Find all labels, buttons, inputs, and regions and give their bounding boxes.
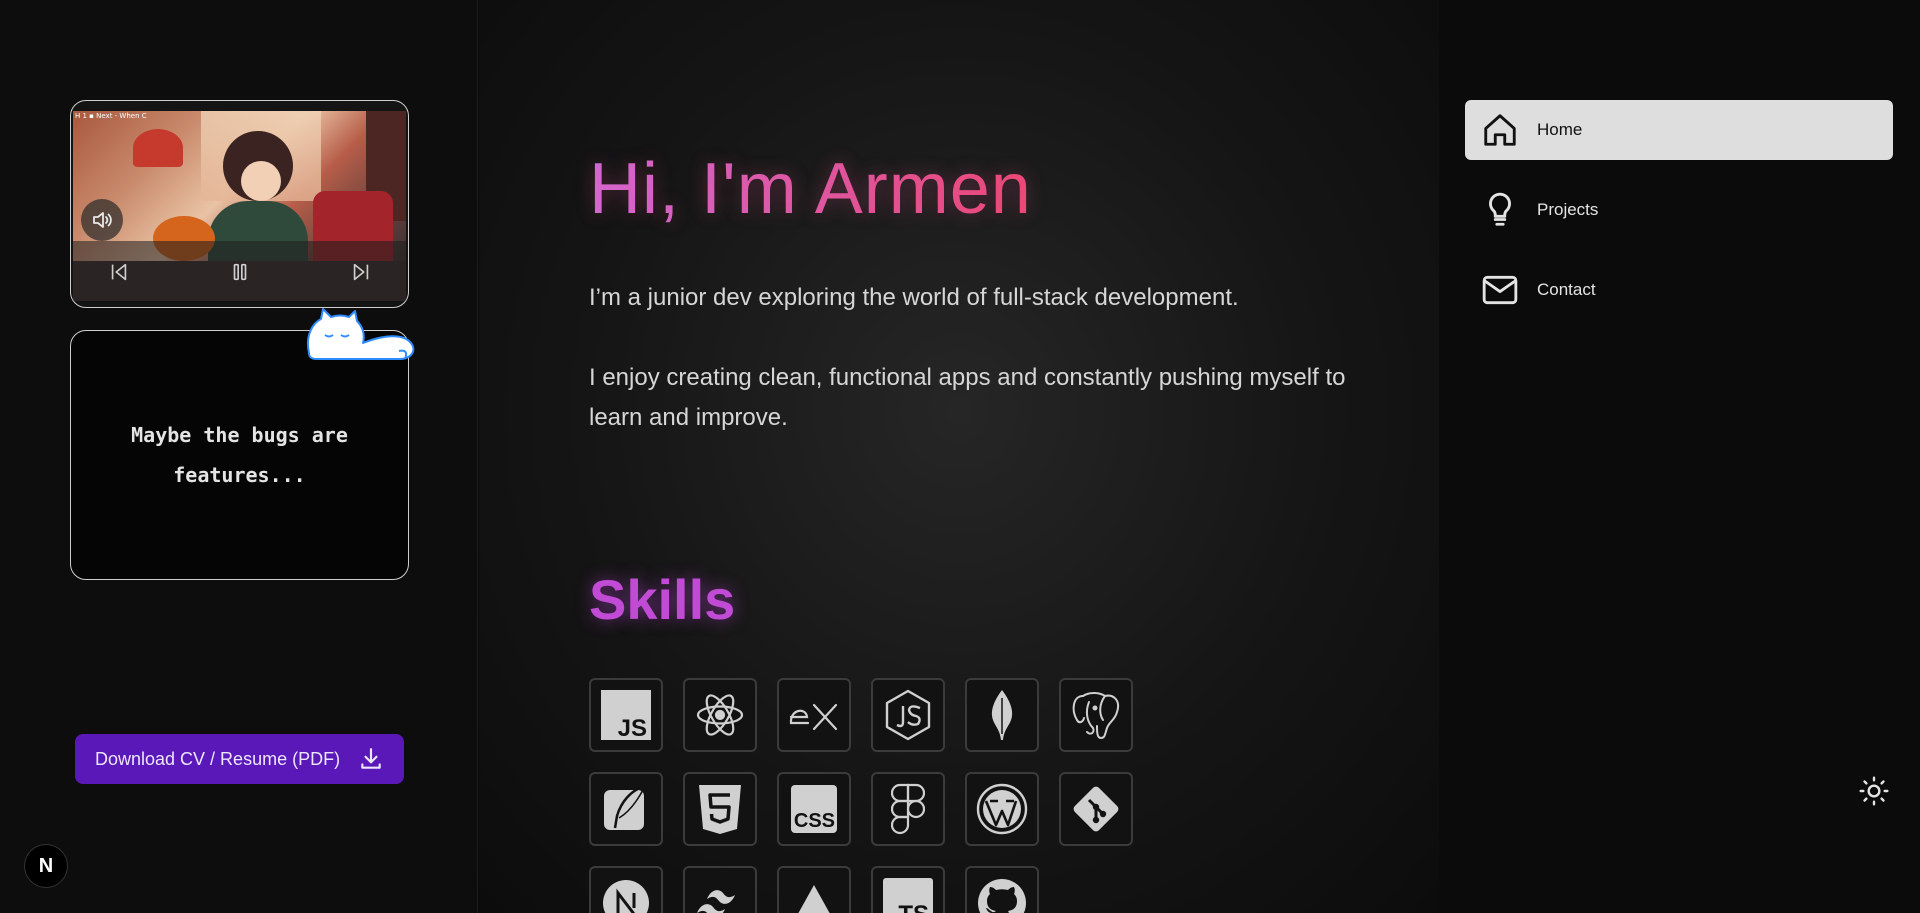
nav-item-home[interactable]: Home bbox=[1465, 100, 1893, 160]
download-cv-label: Download CV / Resume (PDF) bbox=[95, 748, 341, 769]
skill-react bbox=[683, 678, 757, 752]
skill-nextjs bbox=[589, 866, 663, 913]
quote-box: Maybe the bugs are features... bbox=[70, 330, 409, 580]
skill-git bbox=[1059, 772, 1133, 846]
skill-mongodb bbox=[965, 678, 1039, 752]
video-caption: H 1 ▪ Next - When C bbox=[75, 112, 147, 120]
sun-icon bbox=[1859, 776, 1889, 806]
skill-html5 bbox=[683, 772, 757, 846]
js-icon: JS bbox=[601, 690, 651, 740]
hero-title: Hi, I'm Armen bbox=[589, 149, 1032, 229]
left-panel: H 1 ▪ Next - When C Maybe the bugs are f… bbox=[0, 0, 478, 913]
nodejs-icon bbox=[885, 689, 931, 741]
skill-sqlite bbox=[589, 772, 663, 846]
skill-vercel bbox=[777, 866, 851, 913]
right-nav-panel: Home Projects Contact bbox=[1439, 0, 1920, 913]
skill-typescript: TS bbox=[871, 866, 945, 913]
skills-title: Skills bbox=[589, 568, 736, 631]
music-player[interactable]: H 1 ▪ Next - When C bbox=[70, 100, 409, 308]
tailwind-icon bbox=[697, 890, 735, 913]
volume-button[interactable] bbox=[81, 199, 123, 241]
intro-paragraph-1: I’m a junior dev exploring the world of … bbox=[589, 284, 1239, 311]
skills-grid: JS CSS bbox=[589, 678, 1149, 913]
pause-icon bbox=[233, 263, 247, 281]
html5-icon bbox=[699, 785, 741, 834]
nav-label-home: Home bbox=[1537, 120, 1583, 139]
home-icon bbox=[1484, 114, 1516, 146]
skill-javascript: JS bbox=[589, 678, 663, 752]
svg-text:TS: TS bbox=[898, 901, 929, 913]
skill-github bbox=[965, 866, 1039, 913]
skill-express bbox=[777, 678, 851, 752]
react-icon bbox=[696, 694, 744, 736]
github-icon bbox=[978, 879, 1026, 913]
wordpress-icon bbox=[976, 783, 1028, 835]
svg-text:CSS: CSS bbox=[794, 810, 835, 832]
express-icon bbox=[789, 703, 838, 731]
nav-item-projects[interactable]: Projects bbox=[1465, 180, 1893, 240]
mail-icon bbox=[1482, 275, 1518, 305]
skill-figma bbox=[871, 772, 945, 846]
skill-postgresql bbox=[1059, 678, 1133, 752]
download-icon bbox=[361, 748, 381, 769]
skill-wordpress bbox=[965, 772, 1039, 846]
figma-icon bbox=[891, 783, 925, 835]
skill-tailwind bbox=[683, 866, 757, 913]
css-icon: CSS bbox=[791, 785, 837, 833]
vercel-icon bbox=[798, 885, 830, 913]
sleeping-cat-icon bbox=[307, 308, 415, 360]
lightbulb-icon bbox=[1489, 192, 1511, 226]
skill-css: CSS bbox=[777, 772, 851, 846]
svg-text:JS: JS bbox=[618, 715, 647, 740]
nav-item-contact[interactable]: Contact bbox=[1465, 260, 1893, 320]
postgresql-icon bbox=[1072, 692, 1119, 739]
mongodb-icon bbox=[991, 690, 1013, 740]
pause-button[interactable] bbox=[227, 259, 253, 285]
skill-nodejs bbox=[871, 678, 945, 752]
theme-toggle-button[interactable] bbox=[1856, 773, 1892, 809]
feather-icon bbox=[604, 784, 646, 830]
ts-icon: TS bbox=[883, 878, 933, 913]
main-content: Hi, I'm Armen I’m a junior dev exploring… bbox=[479, 0, 1439, 913]
previous-track-button[interactable] bbox=[106, 259, 132, 285]
git-icon bbox=[1073, 786, 1119, 832]
skip-back-icon bbox=[111, 263, 127, 281]
quote-text: Maybe the bugs are features... bbox=[131, 423, 348, 487]
download-cv-button[interactable]: Download CV / Resume (PDF) bbox=[75, 734, 404, 784]
speaker-icon bbox=[93, 212, 112, 228]
intro-text: I’m a junior dev exploring the world of … bbox=[589, 278, 1349, 478]
next-track-button[interactable] bbox=[348, 259, 374, 285]
nextjs-dev-badge[interactable]: N bbox=[24, 844, 68, 888]
nextjs-icon bbox=[603, 880, 649, 913]
nav-label-contact: Contact bbox=[1537, 280, 1596, 299]
skip-forward-icon bbox=[353, 263, 369, 281]
badge-letter: N bbox=[38, 854, 54, 877]
nav-label-projects: Projects bbox=[1537, 200, 1599, 219]
intro-paragraph-2: I enjoy creating clean, functional apps … bbox=[589, 364, 1346, 431]
